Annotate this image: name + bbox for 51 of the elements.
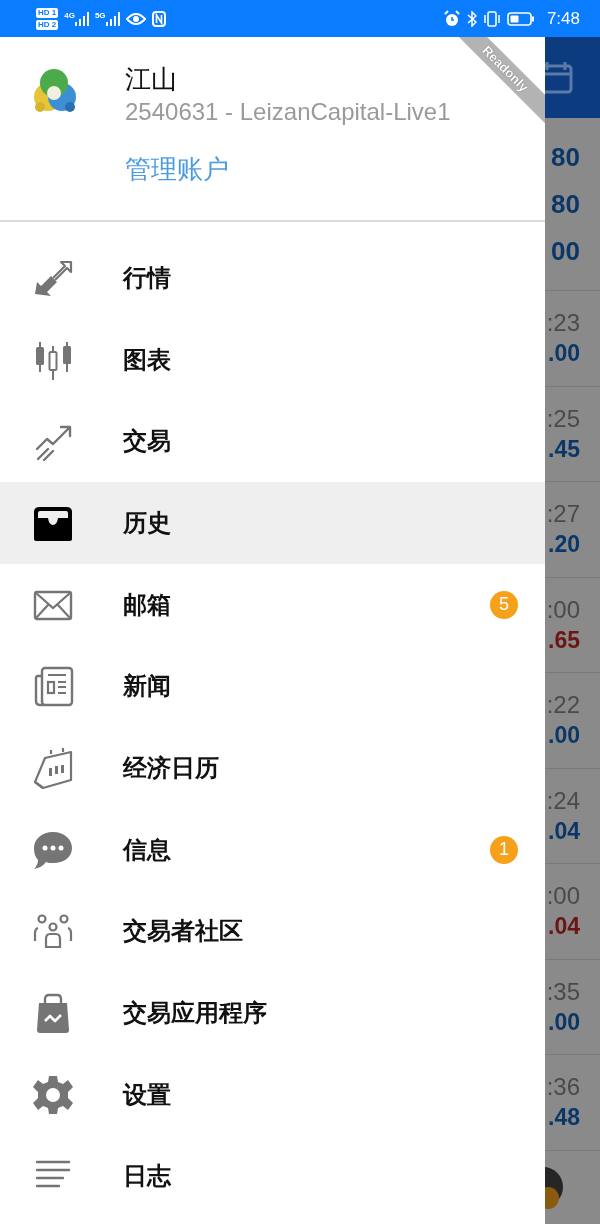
row-time: :00 bbox=[546, 594, 580, 625]
row-amount: .45 bbox=[548, 434, 580, 464]
row-amount: .20 bbox=[548, 530, 580, 560]
vibrate-icon bbox=[482, 10, 501, 27]
row-time: :00 bbox=[546, 881, 580, 912]
sim-label: HD 2 bbox=[36, 19, 59, 30]
menu-item[interactable]: 交易 bbox=[0, 400, 545, 483]
menu-item[interactable]: 交易者社区 bbox=[0, 890, 545, 973]
menu-item[interactable]: 新闻 bbox=[0, 645, 545, 728]
row-time: :25 bbox=[546, 403, 580, 434]
price-value: 00 bbox=[551, 234, 580, 268]
menu-item[interactable]: 行情 bbox=[0, 237, 545, 319]
desk-calendar-icon bbox=[31, 745, 75, 790]
signal-icon bbox=[74, 10, 89, 27]
account-server: 2540631 - LeizanCapital-Live1 bbox=[125, 97, 451, 127]
menu-item[interactable]: 交易应用程序 bbox=[0, 972, 545, 1054]
network-type: 5G bbox=[94, 10, 106, 20]
menu-item[interactable]: 历史 bbox=[0, 482, 545, 564]
count-badge: 5 bbox=[490, 590, 518, 619]
row-amount: .04 bbox=[548, 912, 580, 942]
row-time: :36 bbox=[546, 1072, 580, 1103]
bluetooth-icon bbox=[466, 10, 477, 27]
menu-item[interactable]: 邮箱 5 bbox=[0, 563, 545, 646]
eye-icon bbox=[125, 11, 146, 26]
row-amount: .00 bbox=[548, 1007, 580, 1037]
row-time: :24 bbox=[546, 785, 580, 816]
account-name: 江山 bbox=[125, 64, 178, 94]
clock-time: 7:48 bbox=[546, 8, 580, 29]
nfc-icon bbox=[151, 10, 166, 27]
row-amount: .00 bbox=[548, 721, 580, 751]
row-time: :22 bbox=[546, 690, 580, 721]
price-value: 80 bbox=[551, 140, 580, 174]
menu-item[interactable]: 设置 bbox=[0, 1053, 545, 1136]
menu-item[interactable]: 经济日历 bbox=[0, 727, 545, 809]
menu-item[interactable]: 日志 bbox=[0, 1135, 545, 1218]
row-time: :35 bbox=[546, 976, 580, 1007]
battery-icon bbox=[506, 11, 535, 26]
menu-item[interactable]: 信息 1 bbox=[0, 808, 545, 891]
row-time: :27 bbox=[546, 499, 580, 530]
sim-label: HD 1 bbox=[36, 7, 59, 18]
row-amount: .04 bbox=[548, 816, 580, 846]
signal-icon bbox=[105, 10, 120, 27]
alarm-icon bbox=[442, 9, 461, 28]
menu-item[interactable]: 图表 bbox=[0, 318, 545, 401]
row-time: :23 bbox=[546, 308, 580, 339]
network-type: 4G bbox=[64, 10, 75, 20]
row-amount: .65 bbox=[548, 625, 580, 655]
row-amount: .00 bbox=[548, 339, 580, 369]
price-value: 80 bbox=[551, 187, 580, 221]
row-amount: .48 bbox=[548, 1103, 580, 1133]
count-badge: 1 bbox=[490, 835, 518, 864]
